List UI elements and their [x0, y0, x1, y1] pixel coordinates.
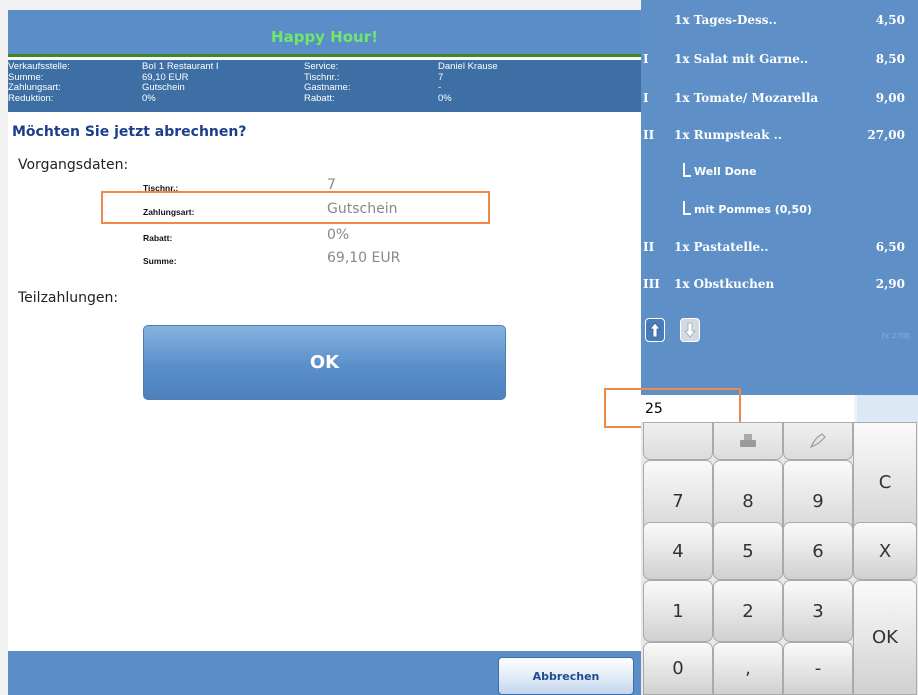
scroll-down-button[interactable] — [680, 318, 700, 342]
key-6[interactable]: 6 — [783, 522, 853, 580]
version-label: (V. 2.70f) — [881, 333, 910, 340]
card-reader-icon — [740, 434, 756, 447]
key-2[interactable]: 2 — [713, 580, 783, 642]
key-minus[interactable]: - — [783, 642, 853, 695]
order-item[interactable]: I 1x Tomate/ Mozarella 9,00 — [641, 91, 918, 111]
arrow-down-icon — [684, 322, 696, 338]
order-item[interactable]: 1x Tages-Dess.. 4,50 — [641, 13, 918, 33]
numeric-keypad: 7 8 9 C 4 5 6 X 1 2 3 OK 0 , - — [641, 422, 918, 695]
key-1[interactable]: 1 — [643, 580, 713, 642]
info-panel: Verkaufsstelle: Summe: Zahlungsart: Redu… — [8, 60, 641, 112]
order-modifier[interactable]: mit Pommes (0,50) — [641, 201, 918, 221]
info-values-left: BoI 1 Restaurant I 69,10 EUR Gutschein 0… — [142, 61, 219, 104]
confirm-question: Möchten Sie jetzt abrechnen? — [12, 124, 247, 140]
info-values-right: Daniel Krause 7 - 0% — [438, 61, 498, 104]
order-item[interactable]: I 1x Salat mit Garne.. 8,50 — [641, 52, 918, 72]
info-labels-left: Verkaufsstelle: Summe: Zahlungsart: Redu… — [8, 61, 70, 104]
key-0[interactable]: 0 — [643, 642, 713, 695]
key-comma[interactable]: , — [713, 642, 783, 695]
sign-hand-icon — [809, 433, 826, 449]
blank-key[interactable] — [643, 422, 713, 460]
detail-row-rabatt: Rabatt: 0% — [143, 227, 350, 243]
order-item[interactable]: II 1x Pastatelle.. 6,50 — [641, 240, 918, 260]
key-4[interactable]: 4 — [643, 522, 713, 580]
signature-key[interactable] — [783, 422, 853, 460]
dialog-title: Happy Hour! — [271, 28, 378, 46]
modifier-corner-icon — [683, 163, 691, 177]
cancel-button[interactable]: Abbrechen — [498, 657, 634, 695]
key-3[interactable]: 3 — [783, 580, 853, 642]
scroll-up-button[interactable] — [645, 318, 665, 342]
order-item[interactable]: II 1x Rumpsteak .. 27,00 — [641, 128, 918, 148]
order-item[interactable]: III 1x Obstkuchen 2,90 — [641, 277, 918, 297]
vorgangsdaten-label: Vorgangsdaten: — [18, 157, 129, 173]
order-list[interactable]: 1x Tages-Dess.. 4,50 I 1x Salat mit Garn… — [641, 0, 918, 395]
key-5[interactable]: 5 — [713, 522, 783, 580]
teilzahlungen-label: Teilzahlungen: — [18, 290, 119, 306]
cancel-key[interactable]: X — [853, 522, 917, 580]
dialog-header: Happy Hour! — [8, 10, 641, 57]
modifier-corner-icon — [683, 201, 691, 215]
input-extra-field[interactable] — [857, 395, 918, 422]
detail-row-summe: Summe: 69,10 EUR — [143, 250, 401, 266]
card-reader-key[interactable] — [713, 422, 783, 460]
highlight-box-zahlungsart — [101, 191, 490, 224]
order-modifier[interactable]: Well Done — [641, 163, 918, 183]
ok-button[interactable]: OK — [143, 325, 506, 400]
arrow-up-icon — [649, 322, 661, 338]
info-labels-right: Service: Tischnr.: Gastname: Rabatt: — [304, 61, 351, 104]
checkout-dialog: Happy Hour! Verkaufsstelle: Summe: Zahlu… — [8, 10, 641, 695]
ok-key[interactable]: OK — [853, 580, 917, 695]
